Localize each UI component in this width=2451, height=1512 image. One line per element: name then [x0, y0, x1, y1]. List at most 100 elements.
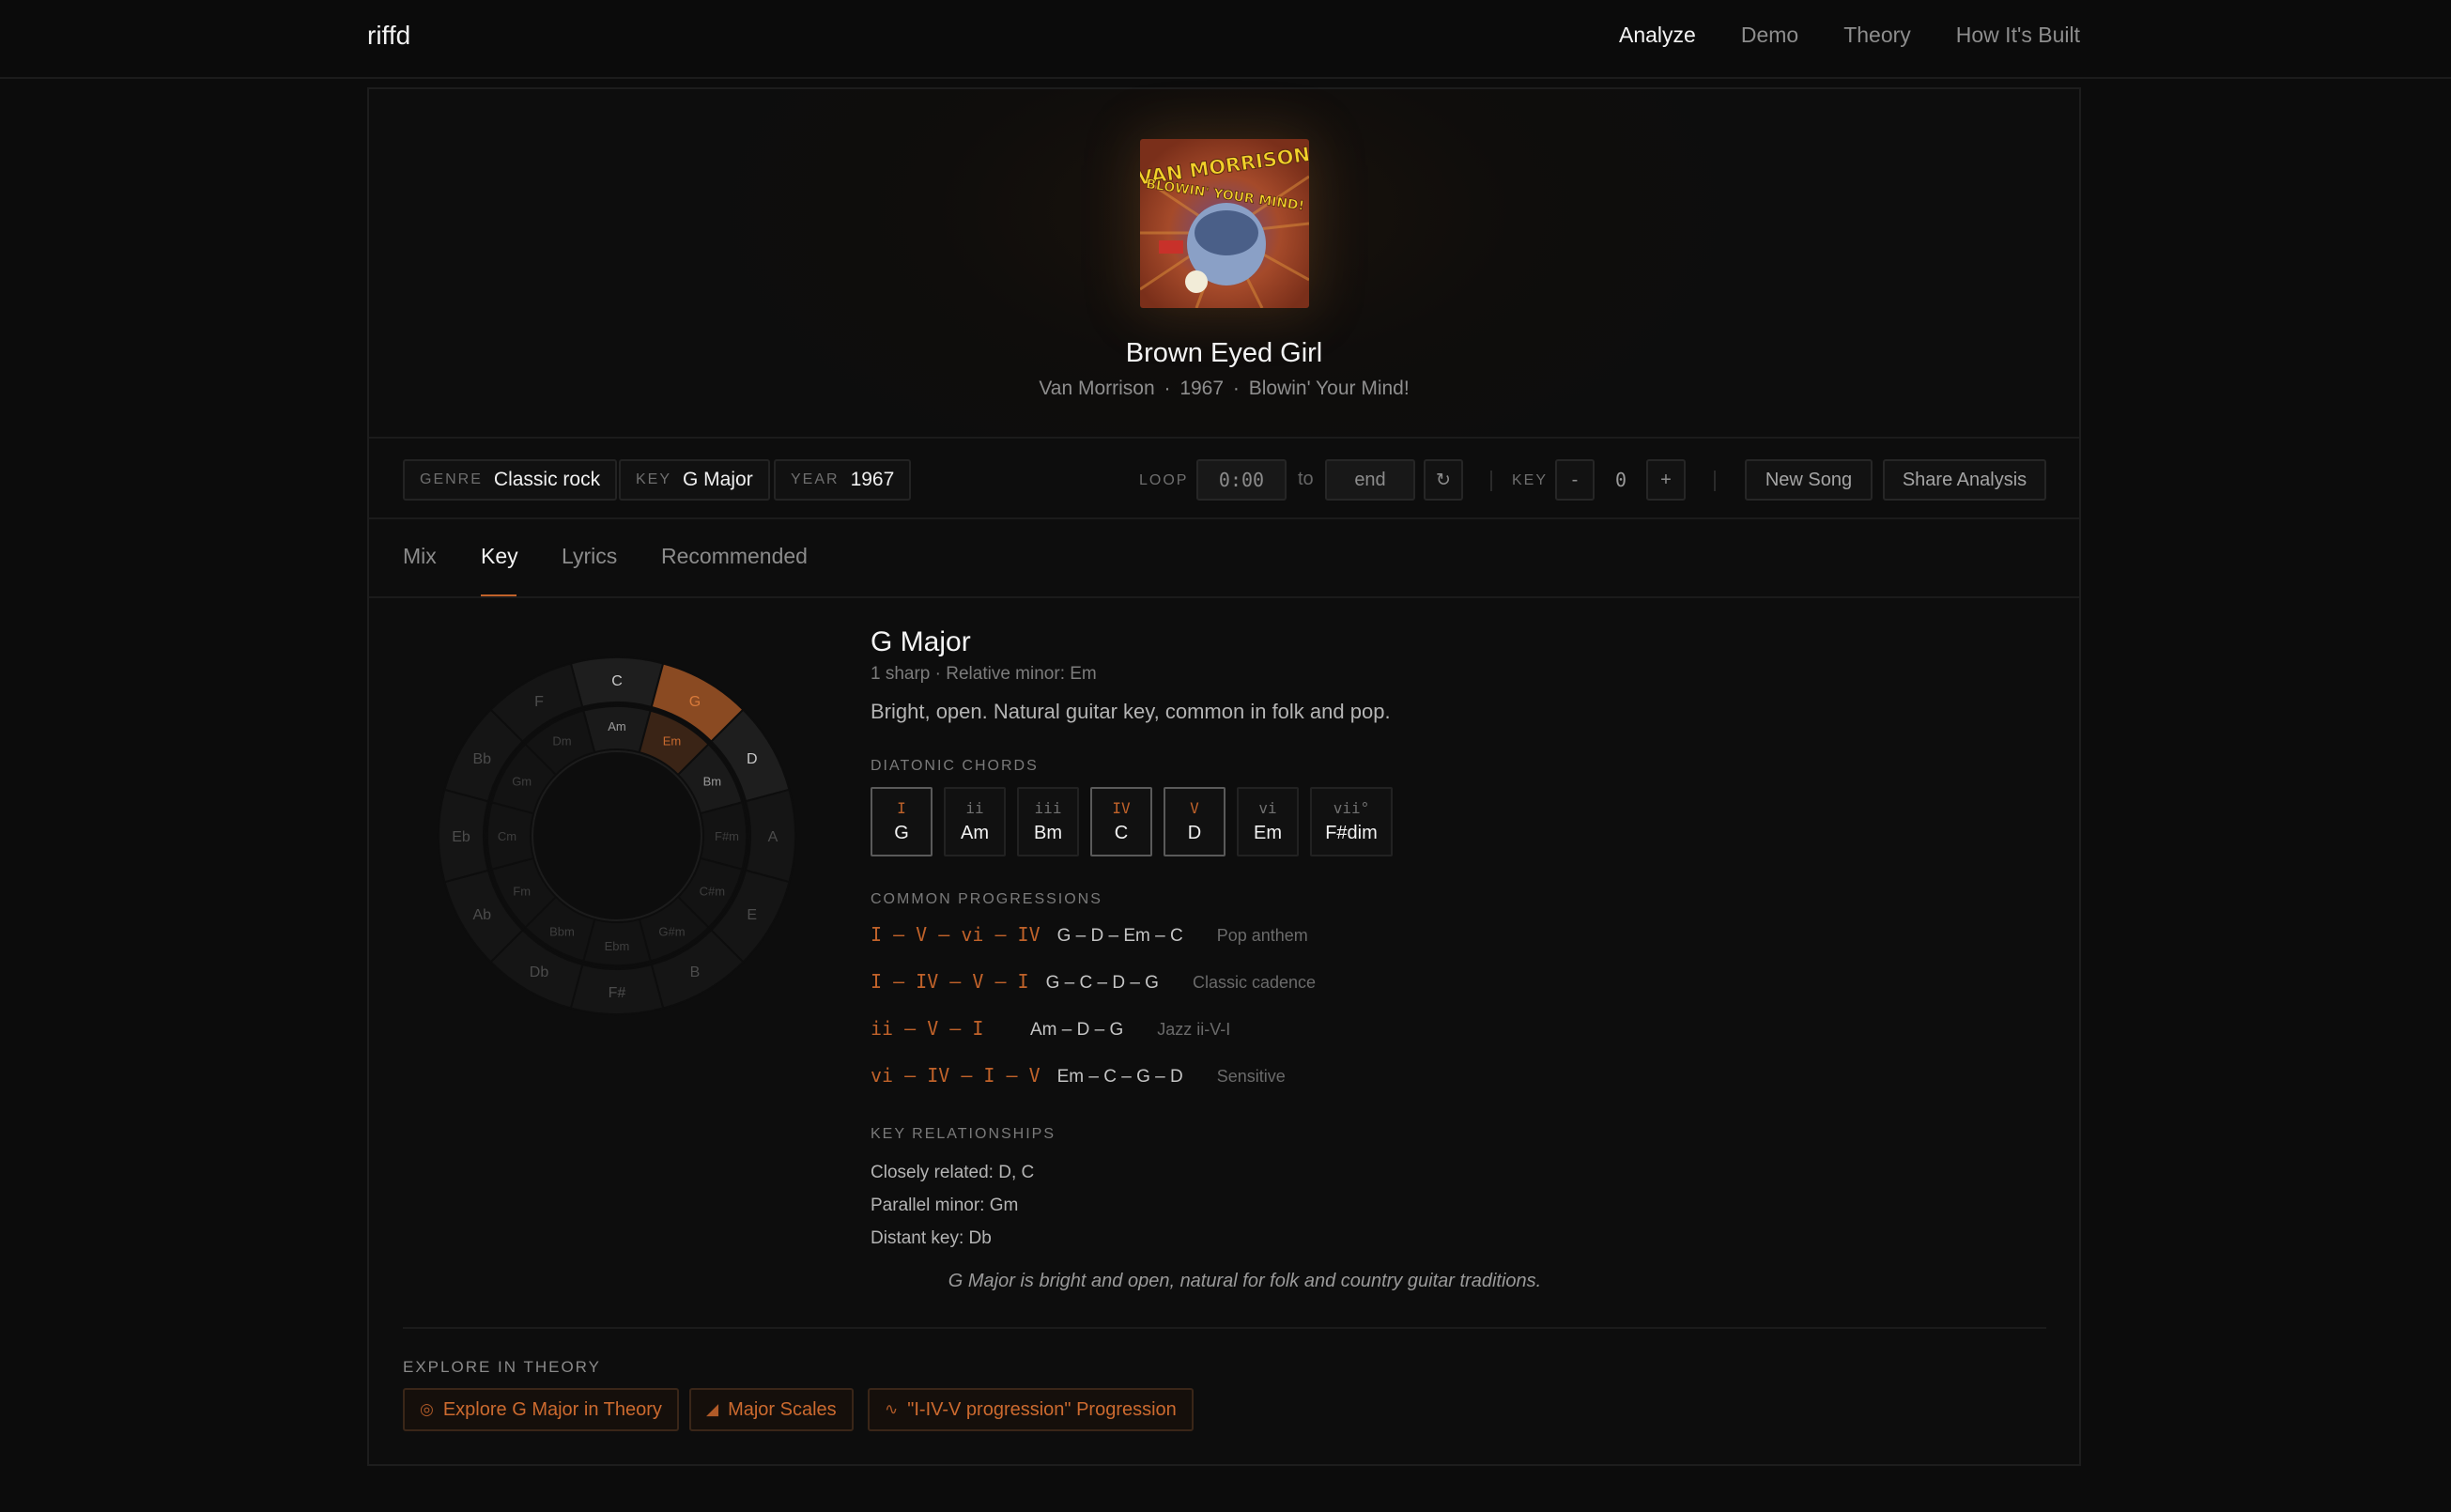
- progression-row[interactable]: vi – IV – I – V Em – C – G – D Sensitive: [871, 1064, 1286, 1092]
- active-tab-indicator: [481, 594, 516, 596]
- transpose-label: KEY: [1512, 472, 1549, 488]
- progression-row[interactable]: I – IV – V – I G – C – D – G Classic cad…: [871, 970, 1316, 998]
- chord-card[interactable]: IV C: [1090, 787, 1152, 856]
- compass-icon: ◎: [420, 1400, 434, 1418]
- song-artist: Van Morrison: [1039, 378, 1155, 399]
- share-analysis-button[interactable]: Share Analysis: [1883, 459, 2046, 501]
- key-quote: G Major is bright and open, natural for …: [948, 1271, 1542, 1291]
- major-scales-label: Major Scales: [728, 1398, 837, 1420]
- loop-to-label: to: [1298, 469, 1314, 489]
- wheel-major-label: E: [747, 907, 757, 923]
- wheel-minor-label: Bm: [703, 775, 722, 789]
- tab-bar: Mix Key Lyrics Recommended: [369, 519, 2079, 598]
- progressions-label: COMMON PROGRESSIONS: [871, 891, 1102, 907]
- loop-reset-button[interactable]: ↻: [1424, 459, 1463, 501]
- transpose-minus-button[interactable]: -: [1555, 459, 1595, 501]
- chord-card[interactable]: iii Bm: [1017, 787, 1079, 856]
- chord-card[interactable]: vi Em: [1237, 787, 1299, 856]
- chord-name: F#dim: [1325, 823, 1378, 843]
- song-album: Blowin' Your Mind!: [1248, 378, 1410, 399]
- wheel-minor-label: F#m: [715, 829, 739, 843]
- new-song-button[interactable]: New Song: [1745, 459, 1873, 501]
- chord-roman: V: [1190, 799, 1199, 817]
- progression-tag: Pop anthem: [1216, 926, 1308, 945]
- nav-link-theory[interactable]: Theory: [1843, 23, 1911, 48]
- wheel-minor-label: Fm: [513, 885, 531, 899]
- key-title: G Major: [871, 626, 971, 657]
- wheel-major-label: A: [768, 829, 778, 845]
- song-year: 1967: [1179, 378, 1225, 399]
- wheel-minor-label: C#m: [700, 885, 725, 899]
- chord-roman: I: [897, 799, 906, 817]
- chord-name: Bm: [1034, 823, 1062, 843]
- progression-roman: I – IV – V – I: [871, 970, 1029, 993]
- genre-value: Classic rock: [493, 469, 601, 490]
- loop-end-input[interactable]: end: [1325, 459, 1415, 501]
- tab-key[interactable]: Key: [481, 544, 518, 569]
- wave-icon: ∿: [885, 1400, 899, 1418]
- explore-key-button[interactable]: ◎ Explore G Major in Theory: [403, 1388, 679, 1431]
- chord-card[interactable]: IG: [871, 787, 933, 856]
- analysis-panel: VAN MORRISON BLOWIN' YOUR MIND! Brown Ey…: [367, 87, 2081, 1466]
- tab-mix[interactable]: Mix: [403, 544, 437, 569]
- key-relationships-label: KEY RELATIONSHIPS: [871, 1126, 1056, 1142]
- divider: [403, 1327, 2046, 1329]
- wheel-minor-label: Bbm: [549, 924, 575, 938]
- progression-row[interactable]: ii – V – I Am – D – G Jazz ii-V-I: [871, 1017, 1230, 1045]
- explore-label: EXPLORE IN THEORY: [403, 1358, 601, 1376]
- chord-roman: ii: [965, 799, 984, 817]
- song-title: Brown Eyed Girl: [1125, 338, 1323, 368]
- key-value: G Major: [683, 469, 753, 490]
- wheel-major-label: F#: [609, 985, 626, 1001]
- chord-roman: iii: [1034, 799, 1062, 817]
- tab-lyrics[interactable]: Lyrics: [562, 544, 617, 569]
- progression-chords: G – C – D – G: [1045, 973, 1159, 993]
- progression-chords: G – D – Em – C: [1056, 926, 1183, 946]
- genre-label: GENRE: [420, 471, 483, 487]
- chord-name: G: [894, 823, 909, 843]
- diatonic-chords-label: DIATONIC CHORDS: [871, 758, 1039, 774]
- chord-name: Em: [1254, 823, 1282, 843]
- nav-link-demo[interactable]: Demo: [1741, 23, 1798, 48]
- top-nav: riffd Analyze Demo Theory How It's Built: [0, 0, 2451, 79]
- nav-link-analyze[interactable]: Analyze: [1619, 23, 1696, 48]
- wheel-major-label: B: [690, 964, 701, 980]
- diatonic-chords: IG ii Am iii Bm IV C VD vi Em vii° F#dim: [871, 787, 1393, 856]
- transpose-plus-button[interactable]: +: [1646, 459, 1686, 501]
- year-value: 1967: [850, 469, 895, 490]
- chord-roman: vi: [1258, 799, 1277, 817]
- chord-card[interactable]: VD: [1164, 787, 1226, 856]
- circle-of-fifths[interactable]: C Am G Em D Bm A F#m E C#m B G#m F# Ebm Db Bbm Ab Fm Eb Cm B…: [434, 653, 800, 1019]
- wheel-major-label: Bb: [472, 751, 491, 767]
- year-label: YEAR: [791, 471, 840, 487]
- refresh-icon: ↻: [1436, 470, 1451, 490]
- progression-tag: Sensitive: [1216, 1067, 1286, 1086]
- major-scales-button[interactable]: ◢ Major Scales: [689, 1388, 854, 1431]
- chord-name: D: [1187, 823, 1202, 843]
- wheel-center: [532, 750, 702, 921]
- song-hero: VAN MORRISON BLOWIN' YOUR MIND! Brown Ey…: [369, 89, 2079, 439]
- progression-row[interactable]: I – V – vi – IV G – D – Em – C Pop anthe…: [871, 923, 1308, 951]
- chord-card[interactable]: vii° F#dim: [1310, 787, 1393, 856]
- closely-related: Closely related: D, C: [871, 1163, 1035, 1182]
- loop-start-input[interactable]: 0:00: [1196, 459, 1287, 501]
- divider: [1490, 471, 1492, 491]
- chord-roman: IV: [1112, 799, 1131, 817]
- loop-label: LOOP: [1139, 472, 1189, 488]
- key-description: Bright, open. Natural guitar key, common…: [871, 700, 1391, 723]
- tab-recommended[interactable]: Recommended: [661, 544, 808, 569]
- meta-bar: GENRE Classic rock KEY G Major YEAR 1967…: [369, 440, 2079, 519]
- chord-card[interactable]: ii Am: [944, 787, 1006, 856]
- wheel-minor-label: Cm: [498, 829, 516, 843]
- key-chip: KEY G Major: [619, 459, 770, 501]
- brand-logo[interactable]: riffd: [367, 21, 410, 51]
- wheel-major-label: Ab: [472, 907, 491, 923]
- wheel-major-label: Eb: [452, 829, 470, 845]
- progression-button[interactable]: ∿ "I-IV-V progression" Progression: [868, 1388, 1194, 1431]
- wheel-major-label: F: [534, 694, 544, 710]
- genre-chip: GENRE Classic rock: [403, 459, 618, 501]
- album-cover: VAN MORRISON BLOWIN' YOUR MIND!: [1140, 139, 1309, 308]
- nav-links: Analyze Demo Theory How It's Built: [1619, 23, 2080, 48]
- nav-link-how-its-built[interactable]: How It's Built: [1956, 23, 2080, 48]
- wheel-major-label: C: [611, 673, 623, 689]
